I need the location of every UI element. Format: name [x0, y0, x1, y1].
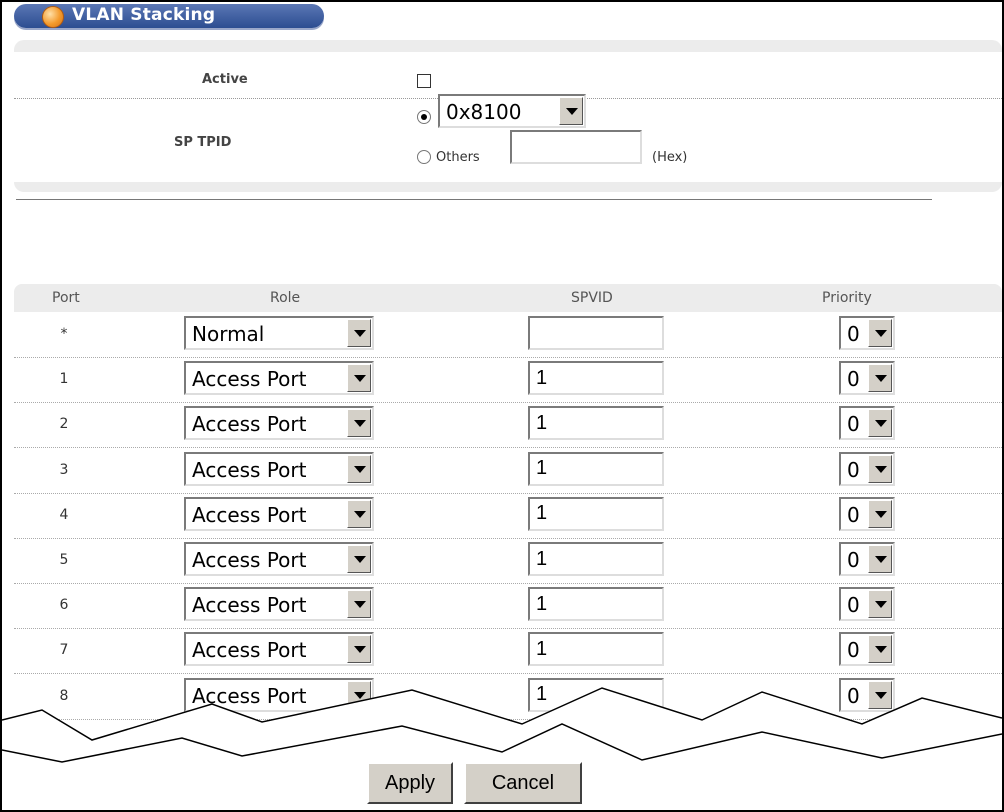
port-number: 3 [59, 461, 69, 478]
role-select-value: Normal [192, 322, 265, 346]
active-checkbox[interactable] [417, 74, 431, 88]
priority-select-value: 0 [847, 457, 860, 482]
priority-select-value: 0 [847, 638, 860, 663]
role-select-value: Access Port [192, 593, 307, 618]
role-select-value: Access Port [192, 502, 307, 527]
others-hex-input[interactable] [510, 130, 642, 164]
table-row: 1 Access Port 0 [14, 357, 1002, 404]
chevron-down-icon[interactable] [347, 499, 371, 528]
port-number: 2 [59, 416, 69, 433]
port-number: 7 [59, 642, 69, 659]
role-select-value: Access Port [192, 638, 307, 663]
active-label: Active [202, 72, 248, 87]
priority-select-value: 0 [847, 367, 860, 392]
chevron-down-icon[interactable] [347, 409, 371, 438]
tpid-others-radio[interactable] [417, 150, 431, 164]
action-bar: Apply Cancel [2, 732, 1002, 810]
orange-bullet-icon [42, 6, 64, 28]
chevron-down-icon[interactable] [868, 635, 892, 664]
priority-select-value: 0 [847, 322, 860, 346]
spvid-input[interactable] [528, 451, 664, 486]
spvid-input[interactable] [528, 316, 664, 350]
table-row: 6 Access Port 0 [14, 583, 1002, 630]
chevron-down-icon[interactable] [559, 97, 583, 125]
table-row: 3 Access Port 0 [14, 448, 1002, 494]
spvid-input[interactable] [528, 406, 664, 441]
settings-panel-body: Active SP TPID 0x8100 Others (Hex) [14, 52, 1002, 182]
chevron-down-icon[interactable] [347, 364, 371, 393]
vlan-stacking-screen: VLAN Stacking Active SP TPID 0x8100 Othe… [0, 0, 1004, 812]
priority-select-value: 0 [847, 502, 860, 527]
port-number: 5 [59, 552, 69, 568]
sp-tpid-label: SP TPID [174, 135, 232, 150]
chevron-down-icon[interactable] [868, 454, 892, 483]
role-select[interactable]: Access Port [184, 542, 374, 576]
apply-button[interactable]: Apply [367, 762, 453, 804]
port-table-header: Port Role SPVID Priority [14, 284, 1002, 312]
priority-select-value: 0 [847, 548, 860, 572]
port-number: * [60, 326, 68, 342]
priority-select[interactable]: 0 [839, 361, 895, 396]
chevron-down-icon[interactable] [347, 454, 371, 483]
settings-panel: Active SP TPID 0x8100 Others (Hex) [14, 40, 1002, 192]
priority-select[interactable]: 0 [839, 406, 895, 441]
spvid-input[interactable] [528, 496, 664, 531]
header-role: Role [270, 290, 301, 306]
port-number: 6 [59, 597, 69, 614]
chevron-down-icon[interactable] [868, 590, 892, 619]
tpid-preset-radio[interactable] [417, 110, 431, 124]
table-row: 2 Access Port 0 [14, 402, 1002, 449]
spvid-input[interactable] [528, 587, 664, 622]
role-select[interactable]: Access Port [184, 451, 374, 486]
tpid-select-value: 0x8100 [446, 100, 522, 124]
title-bar: VLAN Stacking [14, 4, 324, 28]
hex-label: (Hex) [652, 150, 688, 165]
priority-select[interactable]: 0 [839, 542, 895, 576]
role-select-value: Access Port [192, 367, 307, 392]
tpid-select[interactable]: 0x8100 [438, 94, 586, 128]
header-priority: Priority [822, 290, 872, 306]
chevron-down-icon[interactable] [347, 590, 371, 619]
cancel-button[interactable]: Cancel [464, 762, 582, 804]
chevron-down-icon[interactable] [347, 319, 371, 347]
role-select-value: Access Port [192, 412, 307, 437]
priority-select-value: 0 [847, 593, 860, 618]
page-title: VLAN Stacking [72, 5, 216, 25]
priority-select-value: 0 [847, 412, 860, 437]
role-select[interactable]: Access Port [184, 361, 374, 396]
role-select[interactable]: Access Port [184, 496, 374, 531]
header-port: Port [52, 290, 80, 306]
priority-select[interactable]: 0 [839, 451, 895, 486]
chevron-down-icon[interactable] [347, 545, 371, 573]
priority-select[interactable]: 0 [839, 316, 895, 350]
table-row: 4 Access Port 0 [14, 493, 1002, 539]
priority-select[interactable]: 0 [839, 587, 895, 622]
role-select[interactable]: Access Port [184, 406, 374, 441]
port-number: 1 [59, 371, 69, 388]
role-select[interactable]: Normal [184, 316, 374, 350]
role-select[interactable]: Access Port [184, 587, 374, 622]
section-divider [16, 199, 932, 200]
others-label: Others [436, 150, 480, 165]
chevron-down-icon[interactable] [868, 364, 892, 393]
table-row: 5 Access Port 0 [14, 538, 1002, 584]
spvid-input[interactable] [528, 361, 664, 396]
role-select-value: Access Port [192, 457, 307, 482]
port-number: 4 [59, 506, 69, 523]
table-row: * Normal 0 [14, 312, 1002, 358]
header-spvid: SPVID [571, 290, 613, 306]
spvid-input[interactable] [528, 542, 664, 576]
role-select-value: Access Port [192, 548, 307, 572]
chevron-down-icon[interactable] [868, 545, 892, 573]
chevron-down-icon[interactable] [868, 319, 892, 347]
chevron-down-icon[interactable] [868, 409, 892, 438]
priority-select[interactable]: 0 [839, 496, 895, 531]
chevron-down-icon[interactable] [347, 635, 371, 664]
chevron-down-icon[interactable] [868, 499, 892, 528]
